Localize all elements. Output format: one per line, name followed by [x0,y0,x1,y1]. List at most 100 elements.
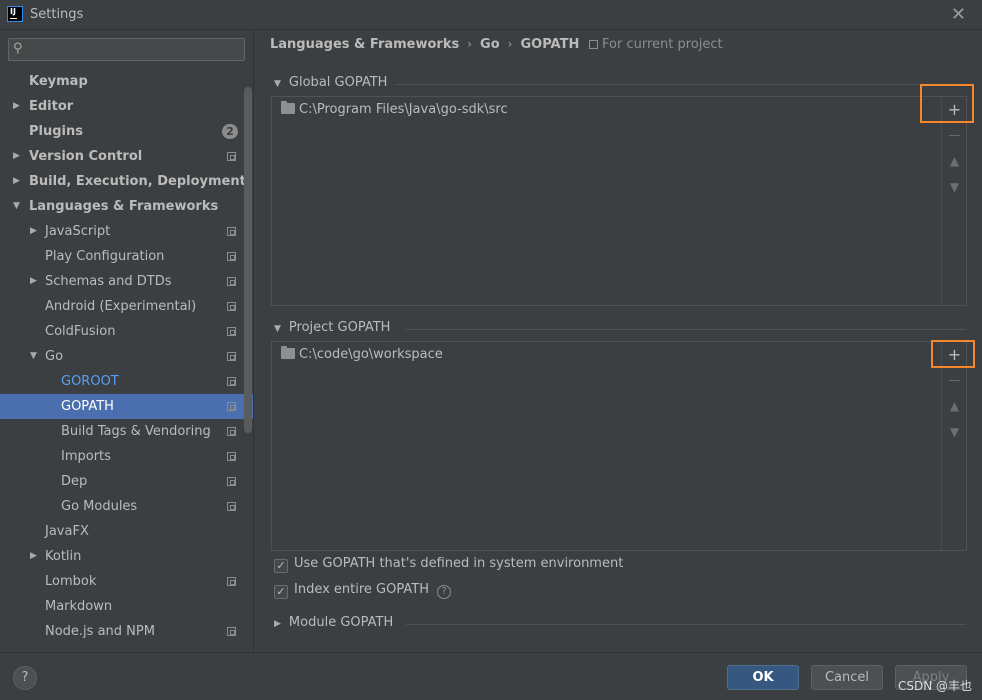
move-up-button[interactable]: ▲ [946,153,963,170]
project-scope-icon [227,377,236,386]
sidebar-item-languages-frameworks[interactable]: ▼ Languages & Frameworks [0,194,253,219]
chevron-right-icon[interactable]: ▶ [13,144,20,169]
sidebar-item-label: JavaScript [45,224,111,239]
chevron-down-icon[interactable]: ▼ [274,324,281,334]
chevron-right-icon[interactable]: ▶ [30,219,37,244]
close-icon[interactable]: ✕ [951,4,966,25]
sidebar-item-goroot[interactable]: GOROOT [0,369,253,394]
sidebar-item-label: Node.js and NPM [45,624,155,639]
project-scope-icon [227,477,236,486]
project-scope-icon [227,252,236,261]
chevron-down-icon[interactable]: ▼ [13,194,20,219]
folder-icon [281,346,295,359]
project-scope-icon [227,227,236,236]
chevron-right-icon[interactable]: ▶ [13,169,20,194]
remove-button[interactable]: — [946,372,963,389]
search-input[interactable] [33,40,238,59]
chevron-right-icon[interactable]: ▶ [274,619,281,629]
sidebar-item-javafx[interactable]: JavaFX [0,519,253,544]
separator-line [406,329,966,330]
search-icon: ⚲ [13,41,23,56]
separator-line [396,84,966,85]
ok-button[interactable]: OK [727,665,799,690]
sidebar-item-schemas-dtds[interactable]: ▶ Schemas and DTDs [0,269,253,294]
sidebar-item-lombok[interactable]: Lombok [0,569,253,594]
sidebar-scrollbar[interactable] [244,87,252,433]
sidebar-item-kotlin[interactable]: ▶ Kotlin [0,544,253,569]
help-icon[interactable]: ? [436,585,451,599]
title-bar: IJ Settings ✕ [0,0,982,30]
move-up-button[interactable]: ▲ [946,398,963,415]
help-button[interactable]: ? [13,666,37,690]
global-gopath-title: Global GOPATH [288,75,388,90]
sidebar-item-label: Dep [61,474,88,489]
sidebar-item-label: Schemas and DTDs [45,274,172,289]
chevron-down-icon[interactable]: ▼ [30,344,37,369]
index-entire-gopath-checkbox[interactable]: ✓ [274,585,288,599]
sidebar-item-label: Kotlin [45,549,82,564]
chevron-down-icon[interactable]: ▼ [274,79,281,89]
chevron-right-icon[interactable]: ▶ [30,269,37,294]
sidebar-item-go[interactable]: ▼ Go [0,344,253,369]
project-gopath-list[interactable]: C:\code\go\workspace + — ▲ ▼ [271,341,967,551]
sidebar-item-play-configuration[interactable]: Play Configuration [0,244,253,269]
global-gopath-list[interactable]: C:\Program Files\Java\go-sdk\src + — ▲ ▼ [271,96,967,306]
sidebar-item-label: Android (Experimental) [45,299,197,314]
sidebar-item-label: GOPATH [61,399,114,414]
project-scope-icon [227,427,236,436]
separator-line [406,624,966,625]
scope-note: For current project [589,37,723,52]
sidebar-item-label: ColdFusion [45,324,116,339]
settings-content: Languages & Frameworks › Go › GOPATH For cur… [253,31,982,652]
project-gopath-toolbar: + — ▲ ▼ [941,342,966,550]
highlight-box [920,84,974,123]
global-gopath-header[interactable]: ▼ Global GOPATH [274,75,966,93]
sidebar-item-go-modules[interactable]: Go Modules [0,494,253,519]
highlight-box [931,340,975,368]
breadcrumb-languages-frameworks: Languages & Frameworks [270,37,460,52]
sidebar-item-build-execution-deployment[interactable]: ▶ Build, Execution, Deployment [0,169,253,194]
project-scope-icon [227,627,236,636]
remove-button[interactable]: — [946,127,963,144]
sidebar-item-plugins[interactable]: Plugins 2 [0,119,253,144]
search-box[interactable]: ⚲ [8,38,245,61]
chevron-right-icon[interactable]: ▶ [13,94,20,119]
sidebar-item-javascript[interactable]: ▶ JavaScript [0,219,253,244]
sidebar-item-label: Markdown [45,599,113,614]
breadcrumb-gopath: GOPATH [520,37,580,52]
cancel-button[interactable]: Cancel [811,665,883,690]
project-scope-icon [589,40,598,49]
sidebar-item-coldfusion[interactable]: ColdFusion [0,319,253,344]
project-scope-icon [227,277,236,286]
plugins-count-badge: 2 [222,124,238,139]
sidebar-item-label: Go [45,349,64,364]
chevron-right-icon[interactable]: ▶ [30,544,37,569]
project-scope-icon [227,152,236,161]
sidebar-item-version-control[interactable]: ▶ Version Control [0,144,253,169]
sidebar-item-editor[interactable]: ▶ Editor [0,94,253,119]
list-item[interactable]: C:\code\go\workspace [281,346,443,364]
sidebar-item-markdown[interactable]: Markdown [0,594,253,619]
module-gopath-header[interactable]: ▶ Module GOPATH [274,615,966,633]
sidebar-item-label: Build Tags & Vendoring [61,424,211,439]
move-down-button[interactable]: ▼ [946,179,963,196]
list-item[interactable]: C:\Program Files\Java\go-sdk\src [281,101,508,119]
sidebar-item-imports[interactable]: Imports [0,444,253,469]
use-system-gopath-checkbox[interactable]: ✓ [274,559,288,573]
project-gopath-title: Project GOPATH [288,320,391,335]
project-gopath-header[interactable]: ▼ Project GOPATH [274,320,966,338]
sidebar-item-label: Build, Execution, Deployment [29,174,246,189]
dialog-footer: ? OK Cancel Apply CSDN @丰也 [0,652,982,700]
sidebar-item-gopath[interactable]: GOPATH [0,394,253,419]
sidebar-item-dep[interactable]: Dep [0,469,253,494]
sidebar-item-android-experimental[interactable]: Android (Experimental) [0,294,253,319]
index-entire-gopath-option[interactable]: ✓ Index entire GOPATH? [274,582,451,600]
sidebar-item-nodejs-npm[interactable]: Node.js and NPM [0,619,253,644]
project-scope-icon [227,502,236,511]
project-scope-icon [227,452,236,461]
sidebar-item-keymap[interactable]: Keymap [0,69,253,94]
move-down-button[interactable]: ▼ [946,424,963,441]
sidebar-item-label: Imports [61,449,111,464]
sidebar-item-build-tags-vendoring[interactable]: Build Tags & Vendoring [0,419,253,444]
use-system-gopath-option[interactable]: ✓ Use GOPATH that's defined in system env… [274,556,623,574]
